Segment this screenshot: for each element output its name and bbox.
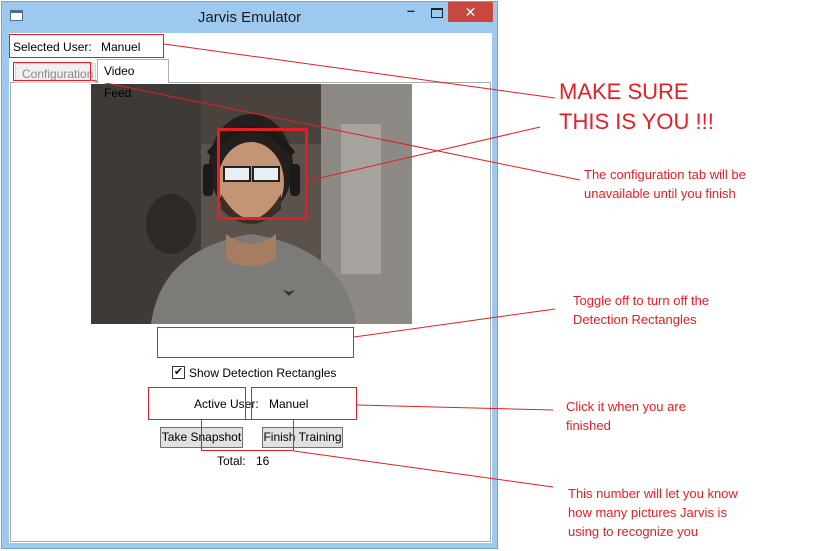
annotation-make-sure-line1: MAKE SURE	[559, 79, 689, 104]
annotation-toggle-line1: Toggle off to turn off the	[573, 293, 710, 308]
annotation-config-line1: The configuration tab will be	[584, 167, 746, 182]
annotation-number-line1: This number will let you know	[568, 486, 738, 501]
annotation-make-sure-line2: THIS IS YOU !!!	[559, 109, 714, 134]
annotation-number-line2: how many pictures Jarvis is	[568, 505, 727, 520]
annotation-toggle: Toggle off to turn off the Detection Rec…	[573, 291, 709, 329]
annotation-click-line2: finished	[566, 418, 611, 433]
annotation-click: Click it when you are finished	[566, 397, 686, 435]
annotation-make-sure: MAKE SURE THIS IS YOU !!!	[559, 77, 714, 137]
annotation-number: This number will let you know how many p…	[568, 484, 738, 541]
annotation-config-tab: The configuration tab will be unavailabl…	[584, 165, 746, 203]
tab-video-feed[interactable]: Video Feed	[97, 59, 169, 100]
annotation-toggle-line2: Detection Rectangles	[573, 312, 697, 327]
annotation-config-line2: unavailable until you finish	[584, 186, 736, 201]
annotation-number-line3: using to recognize you	[568, 524, 699, 539]
annotation-click-line1: Click it when you are	[566, 399, 686, 414]
